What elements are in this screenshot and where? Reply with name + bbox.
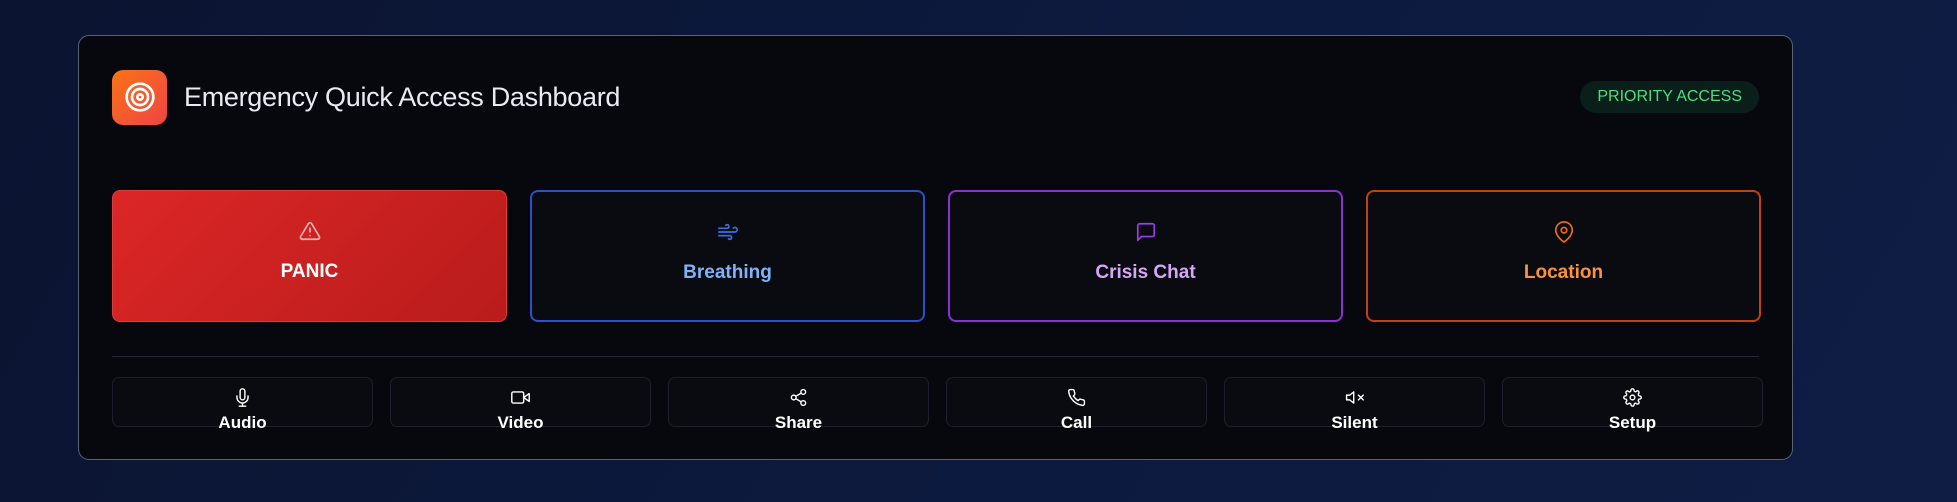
dashboard-header: Emergency Quick Access Dashboard PRIORIT… bbox=[112, 69, 1759, 125]
call-label: Call bbox=[1060, 413, 1093, 432]
audio-button[interactable]: Audio bbox=[112, 377, 373, 432]
message-square-icon bbox=[1134, 220, 1158, 244]
audio-label: Audio bbox=[218, 413, 267, 432]
silent-label: Silent bbox=[1331, 413, 1378, 432]
setup-button[interactable]: Setup bbox=[1502, 377, 1763, 432]
gear-icon bbox=[1623, 387, 1643, 407]
breathing-label: Breathing bbox=[683, 262, 772, 283]
crisis-chat-label: Crisis Chat bbox=[1095, 262, 1196, 283]
video-camera-icon bbox=[511, 387, 531, 407]
share-button[interactable]: Share bbox=[668, 377, 929, 432]
dashboard-panel: Emergency Quick Access Dashboard PRIORIT… bbox=[78, 35, 1793, 460]
section-divider bbox=[112, 356, 1759, 357]
share-icon bbox=[789, 387, 809, 407]
video-label: Video bbox=[497, 413, 544, 432]
location-label: Location bbox=[1523, 262, 1604, 283]
share-label: Share bbox=[774, 413, 823, 432]
alert-triangle-icon bbox=[298, 219, 322, 243]
target-icon bbox=[112, 69, 167, 125]
setup-label: Setup bbox=[1608, 413, 1657, 432]
secondary-actions: Audio Video Share Call Silent Setup bbox=[112, 377, 1763, 432]
panic-label: PANIC bbox=[280, 261, 339, 282]
location-button[interactable]: Location bbox=[1366, 190, 1761, 322]
silent-button[interactable]: Silent bbox=[1224, 377, 1485, 432]
breathing-button[interactable]: Breathing bbox=[530, 190, 925, 322]
primary-actions: PANIC Breathing Crisis Chat Location bbox=[112, 190, 1761, 322]
page-title: Emergency Quick Access Dashboard bbox=[184, 81, 621, 112]
volume-mute-icon bbox=[1345, 387, 1365, 407]
phone-icon bbox=[1067, 387, 1087, 407]
map-pin-icon bbox=[1552, 220, 1576, 244]
crisis-chat-button[interactable]: Crisis Chat bbox=[948, 190, 1343, 322]
microphone-icon bbox=[233, 387, 253, 407]
call-button[interactable]: Call bbox=[946, 377, 1207, 432]
priority-access-badge: PRIORITY ACCESS bbox=[1580, 81, 1759, 113]
wind-icon bbox=[716, 220, 740, 244]
panic-button[interactable]: PANIC bbox=[112, 190, 507, 322]
video-button[interactable]: Video bbox=[390, 377, 651, 432]
